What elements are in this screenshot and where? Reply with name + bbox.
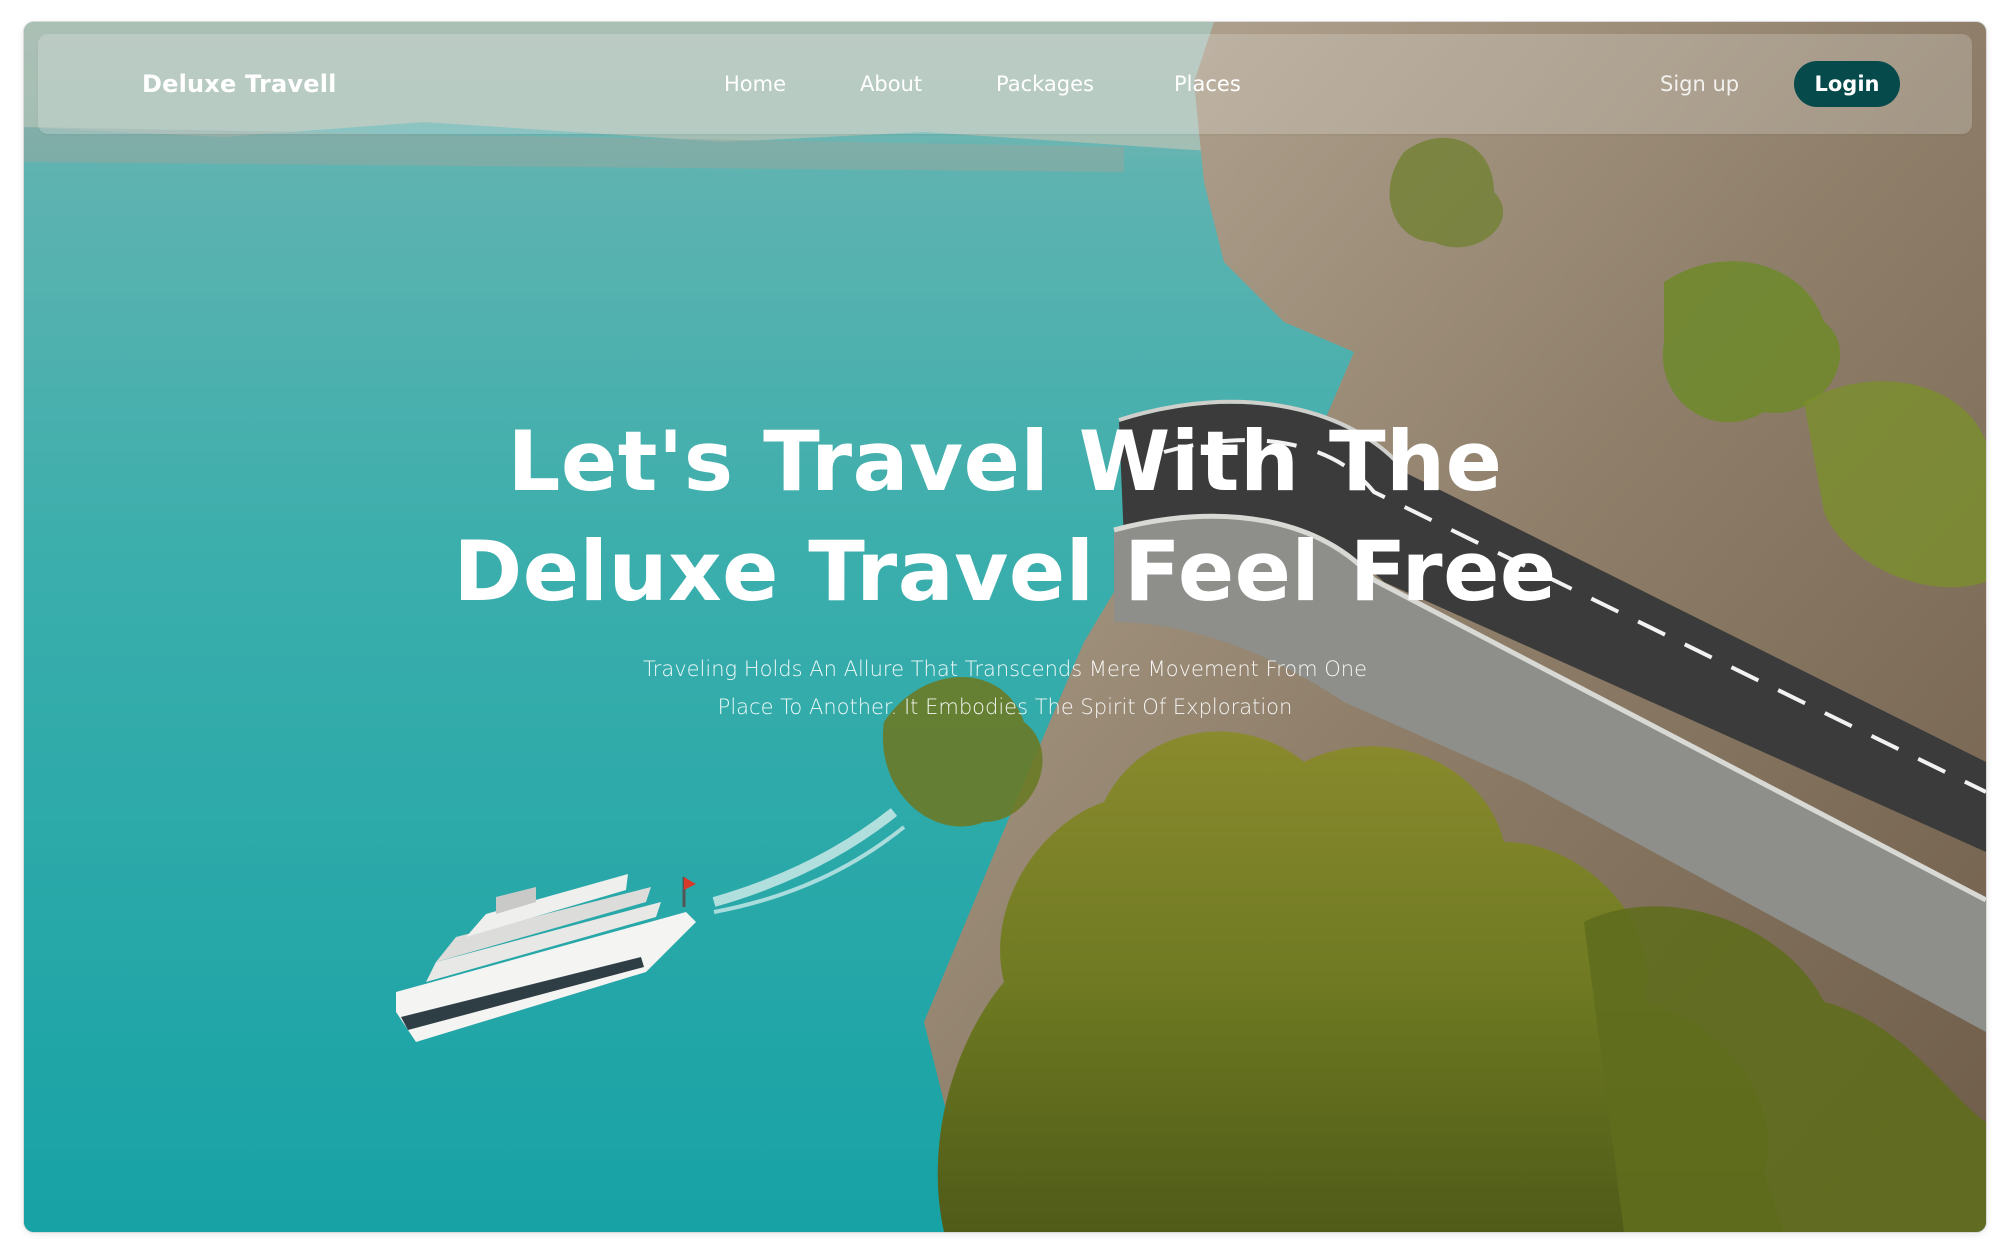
top-navbar: Deluxe Travell Home About Packages Place…: [38, 34, 1972, 134]
nav-link-about[interactable]: About: [860, 72, 922, 96]
hero-headline: Let's Travel With The Deluxe Travel Feel…: [24, 407, 1986, 627]
hero-subtitle-line-1: Traveling Holds An Allure That Transcend…: [642, 657, 1368, 681]
hero-background-image: [24, 22, 1986, 1232]
signup-link[interactable]: Sign up: [1660, 72, 1739, 96]
hero-subtitle-line-2: Place To Another. It Embodies The Spirit…: [717, 695, 1293, 719]
nav-link-places[interactable]: Places: [1174, 72, 1241, 96]
brand-logo-text[interactable]: Deluxe Travell: [142, 70, 337, 98]
nav-link-packages[interactable]: Packages: [996, 72, 1094, 96]
nav-link-home[interactable]: Home: [724, 72, 786, 96]
hero-frame: Deluxe Travell Home About Packages Place…: [24, 22, 1986, 1232]
hero-subtitle: Traveling Holds An Allure That Transcend…: [24, 650, 1986, 726]
login-button[interactable]: Login: [1794, 61, 1900, 107]
hero-headline-line-1: Let's Travel With The: [507, 413, 1503, 510]
hero-headline-line-2: Deluxe Travel Feel Free: [453, 523, 1557, 620]
